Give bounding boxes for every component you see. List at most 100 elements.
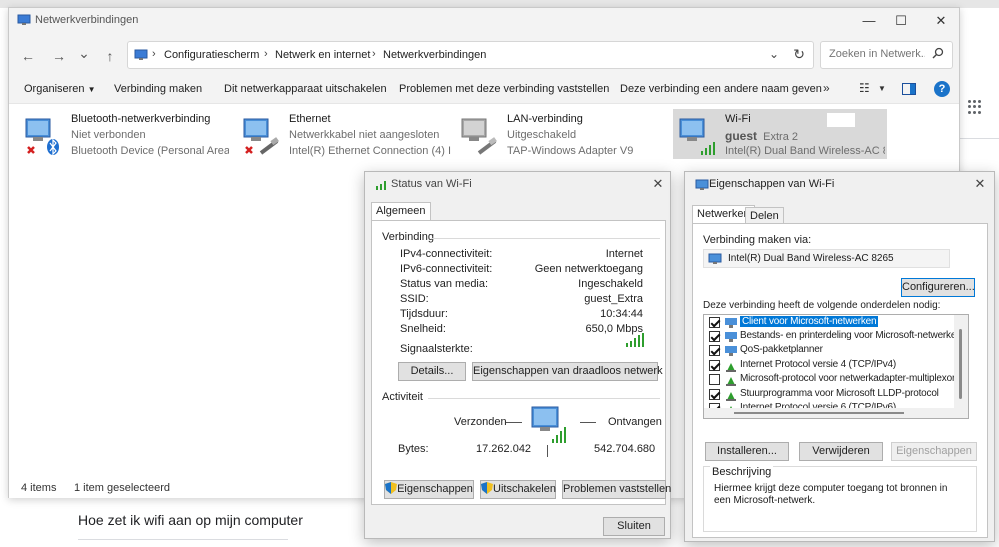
bytes-label: Bytes: (398, 443, 429, 455)
refresh-icon[interactable]: ↻ (793, 46, 805, 63)
breadcrumb-control-panel[interactable]: Configuratiescherm (164, 49, 259, 61)
minimize-icon[interactable]: — (857, 12, 881, 30)
media-status-label: Status van media: (400, 278, 489, 290)
disable-button[interactable]: Uitschakelen (480, 480, 556, 499)
close-icon[interactable]: ✕ (970, 176, 990, 192)
description-group: Beschrijving Hiermee krijgt deze compute… (703, 466, 977, 532)
more-commands-icon[interactable]: » (823, 81, 830, 95)
list-item[interactable]: Bestands- en printerdeling voor Microsof… (704, 330, 962, 344)
description-label: Beschrijving (710, 466, 774, 478)
adapter-device: Intel(R) Dual Band Wireless-AC 82... (725, 145, 885, 157)
close-icon[interactable]: ✕ (648, 176, 668, 192)
diagnose-connection-button[interactable]: Problemen met deze verbinding vaststelle… (399, 83, 609, 95)
properties-button-label: Eigenschappen (397, 483, 473, 495)
adapter-name: Intel(R) Dual Band Wireless-AC 8265 (728, 253, 894, 264)
checkbox[interactable] (709, 331, 720, 342)
close-icon[interactable]: ✕ (929, 12, 953, 30)
wireless-properties-button[interactable]: Eigenschappen van draadloos netwerk (472, 362, 663, 381)
component-properties-button[interactable]: Eigenschappen (891, 442, 977, 461)
bytes-received-value: 542.704.680 (594, 443, 656, 455)
ipv6-label: IPv6-connectiviteit: (400, 263, 493, 275)
chevron-down-icon[interactable]: ⌄ (769, 47, 779, 61)
ssid-label: SSID: (400, 293, 429, 305)
up-arrow-icon[interactable]: ↑ (101, 47, 119, 65)
description-text: Hiermee krijgt deze computer toegang tot… (714, 483, 948, 506)
list-item[interactable]: Client voor Microsoft-netwerken (704, 316, 956, 330)
back-arrow-icon[interactable]: ← (19, 47, 37, 65)
shield-icon (481, 482, 493, 494)
list-item[interactable]: Microsoft-protocol voor netwerkadapter-m… (704, 373, 956, 387)
connect-button[interactable]: Verbinding maken (114, 83, 202, 95)
component-label: Stuurprogramma voor Microsoft LLDP-proto… (740, 388, 939, 399)
chevron-right-icon[interactable]: › (372, 48, 376, 60)
adapter-field: Intel(R) Dual Band Wireless-AC 8265 (703, 249, 950, 268)
close-button[interactable]: Sluiten (603, 517, 665, 536)
caret-down-icon[interactable]: ▼ (878, 84, 886, 93)
lan-network-icon (461, 118, 497, 155)
chevron-right-icon[interactable]: › (152, 48, 156, 60)
checkbox[interactable] (709, 374, 720, 385)
breadcrumb-network-internet[interactable]: Netwerk en internet (275, 49, 370, 61)
adapter-name: Ethernet (289, 113, 331, 125)
dialog-title: Eigenschappen van Wi-Fi (709, 178, 835, 190)
adapter-ethernet[interactable]: Ethernet Netwerkkabel niet aangesloten I… (237, 109, 453, 159)
recent-locations-icon[interactable]: ⌄ (75, 44, 93, 62)
list-item[interactable]: QoS-pakketplanner (704, 344, 956, 358)
redaction-box (827, 113, 855, 127)
rename-connection-button[interactable]: Deze verbinding een andere naam geven (620, 83, 822, 95)
forward-arrow-icon[interactable]: → (50, 47, 68, 65)
adapter-bluetooth[interactable]: Bluetooth-netwerkverbinding Niet verbond… (19, 109, 231, 159)
checkbox[interactable] (709, 317, 720, 328)
vertical-scrollbar[interactable] (954, 315, 968, 418)
list-item[interactable]: Stuurprogramma voor Microsoft LLDP-proto… (704, 388, 956, 402)
wifi-status-icon (376, 181, 386, 190)
organize-menu[interactable]: Organiseren ▼ (24, 83, 96, 95)
tab-sharing[interactable]: Delen (745, 207, 784, 224)
network-folder-icon (134, 49, 148, 60)
networking-panel: Verbinding maken via: Intel(R) Dual Band… (692, 223, 988, 538)
install-button[interactable]: Installeren... (705, 442, 789, 461)
chevron-right-icon[interactable]: › (264, 48, 268, 60)
breadcrumb-network-connections[interactable]: Netwerkverbindingen (383, 49, 486, 61)
tab-general[interactable]: Algemeen (371, 202, 431, 221)
components-list[interactable]: Client voor Microsoft-netwerken Bestands… (703, 314, 969, 419)
component-label: Internet Protocol versie 4 (TCP/IPv4) (740, 359, 896, 370)
search-question-text[interactable]: Hoe zet ik wifi aan op mijn computer (78, 512, 368, 528)
window-title: Netwerkverbindingen (35, 14, 139, 26)
received-label: Ontvangen (608, 416, 662, 428)
preview-pane-icon[interactable] (902, 83, 916, 95)
details-button[interactable]: Details... (398, 362, 466, 381)
search-input[interactable] (827, 47, 927, 61)
list-item[interactable]: Internet Protocol versie 4 (TCP/IPv4) (704, 359, 956, 373)
maximize-icon[interactable]: ☐ (889, 12, 913, 30)
media-status-value: Ingeschakeld (578, 278, 643, 290)
general-panel: Verbinding IPv4-connectiviteit: Internet… (371, 220, 671, 505)
diagnose-button[interactable]: Problemen vaststellen (562, 480, 671, 499)
caret-down-icon: ▼ (87, 85, 96, 94)
checkbox[interactable] (709, 389, 720, 400)
configure-button[interactable]: Configureren... (901, 278, 975, 297)
remove-button[interactable]: Verwijderen (799, 442, 883, 461)
scroll-thumb[interactable] (734, 412, 904, 414)
command-bar: Organiseren ▼ Verbinding maken Dit netwe… (9, 76, 959, 104)
signal-strength-label: Signaalsterkte: (400, 343, 473, 355)
search-icon[interactable] (932, 47, 944, 59)
view-options-icon[interactable]: ☷ (859, 81, 870, 95)
adapter-wifi[interactable]: Wi-Fi guest Extra 2 Intel(R) Dual Band W… (673, 109, 887, 159)
checkbox[interactable] (709, 345, 720, 356)
scroll-thumb[interactable] (959, 329, 962, 399)
adapter-name: Wi-Fi (725, 113, 751, 125)
apps-grid-icon[interactable] (968, 100, 982, 114)
help-icon[interactable]: ? (934, 81, 950, 97)
horizontal-scrollbar[interactable] (704, 408, 956, 418)
redaction-box (504, 288, 536, 301)
network-client-icon (725, 318, 737, 328)
search-box[interactable] (820, 41, 953, 69)
ipv4-value: Internet (605, 248, 643, 260)
adapter-status: Uitgeschakeld (507, 129, 577, 141)
address-bar[interactable]: › Configuratiescherm › Netwerk en intern… (127, 41, 814, 69)
disable-device-button[interactable]: Dit netwerkapparaat uitschakelen (224, 83, 387, 95)
adapter-lan[interactable]: LAN-verbinding Uitgeschakeld TAP-Windows… (455, 109, 665, 159)
properties-button[interactable]: Eigenschappen (384, 480, 474, 499)
checkbox[interactable] (709, 360, 720, 371)
